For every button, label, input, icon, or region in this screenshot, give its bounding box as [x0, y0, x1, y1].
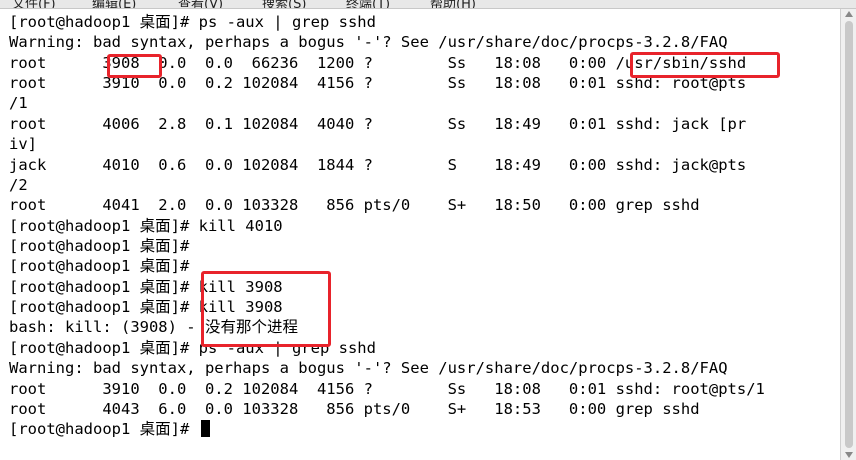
terminal-line: root 4006 2.8 0.1 102084 4040 ? Ss 18:49… [9, 115, 747, 133]
scroll-thumb[interactable] [845, 21, 853, 448]
text-cursor [200, 420, 210, 437]
menu-bar: 文件(F) 编辑(E) 查看(V) 搜索(S) 终端(T) 帮助(H) [0, 0, 856, 9]
terminal-line: /1 [9, 94, 28, 112]
scroll-up-arrow-icon[interactable] [845, 11, 853, 17]
terminal-line: jack 4010 0.6 0.0 102084 1844 ? S 18:49 … [9, 156, 747, 174]
menu-view[interactable]: 查看(V) [178, 0, 223, 8]
menu-search[interactable]: 搜索(S) [262, 0, 306, 8]
terminal-line: [root@hadoop1 桌面]# kill 4010 [9, 217, 283, 235]
menu-help[interactable]: 帮助(H) [430, 0, 476, 8]
terminal-line: root 4043 6.0 0.0 103328 856 pts/0 S+ 18… [9, 400, 700, 418]
terminal-line: [root@hadoop1 桌面]# ps -aux | grep sshd [9, 13, 376, 31]
scroll-down-arrow-icon[interactable] [845, 452, 853, 458]
terminal-line: root 4041 2.0 0.0 103328 856 pts/0 S+ 18… [9, 196, 700, 214]
terminal-output[interactable]: [root@hadoop1 桌面]# ps -aux | grep sshd W… [0, 9, 840, 460]
menu-terminal[interactable]: 终端(T) [346, 0, 390, 8]
terminal-line: Warning: bad syntax, perhaps a bogus '-'… [9, 33, 728, 51]
terminal-line: iv] [9, 135, 37, 153]
terminal-line: [root@hadoop1 桌面]# [9, 257, 190, 275]
terminal-prompt-line: [root@hadoop1 桌面]# [9, 419, 210, 439]
menu-file[interactable]: 文件(F) [12, 0, 56, 8]
highlight-pid-box [107, 54, 162, 78]
prompt-text: [root@hadoop1 桌面]# [9, 420, 199, 438]
terminal-line: root 3910 0.0 0.2 102084 4156 ? Ss 18:08… [9, 380, 765, 398]
terminal-line: /2 [9, 176, 28, 194]
highlight-kill-commands-box [201, 271, 331, 347]
terminal-line: [root@hadoop1 桌面]# [9, 237, 190, 255]
menu-edit[interactable]: 编辑(E) [92, 0, 136, 8]
vertical-scrollbar[interactable] [840, 9, 856, 460]
highlight-sshd-path-box [630, 52, 780, 78]
terminal-line: Warning: bad syntax, perhaps a bogus '-'… [9, 359, 728, 377]
